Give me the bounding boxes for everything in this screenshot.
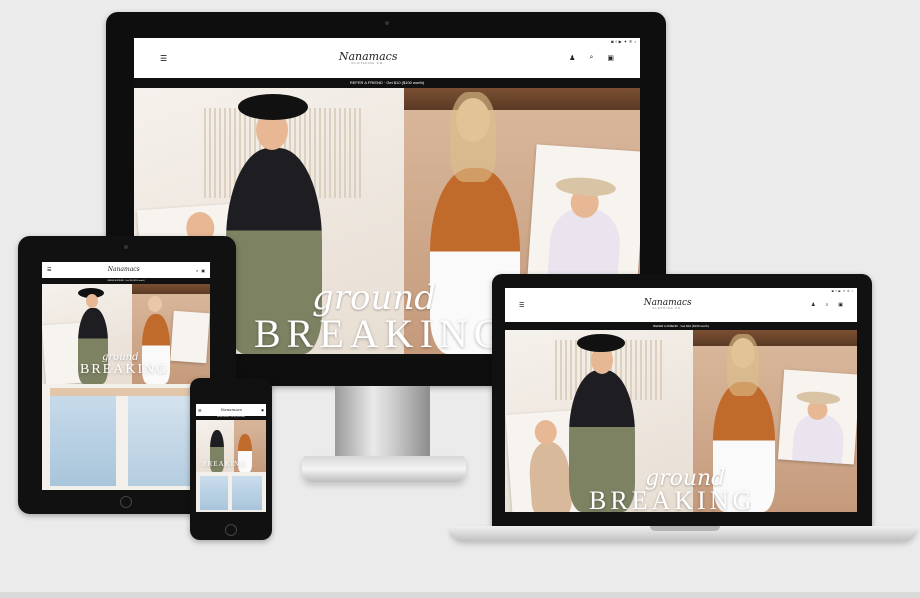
site-logo[interactable]: Nanamacs CLOTHING CO. [339, 51, 398, 65]
monitor-neck [335, 386, 430, 458]
laptop-screen: ◙ f ▶ ✦ ℗ ♪ ☰ Nanamacs CLOTHING CO. ♟ ⌕ … [505, 288, 857, 512]
wood-beam [404, 88, 640, 110]
hero-headline: BREAKING [254, 311, 509, 354]
hamburger-menu-icon[interactable]: ☰ [198, 408, 202, 413]
facebook-icon[interactable]: f [615, 39, 616, 44]
monitor-base [302, 456, 466, 482]
hero-photo-right [777, 369, 857, 465]
phone-header: ☰ Nanamacs ▣ [196, 404, 266, 416]
wood-beam [693, 330, 857, 346]
phone-home-button[interactable] [225, 524, 237, 536]
tablet-camera [124, 245, 128, 249]
header-actions: ♟ ⌕ ▣ [569, 54, 614, 62]
youtube-icon[interactable]: ▶ [619, 39, 622, 44]
model-left-hat [577, 334, 625, 352]
hero-headline: BREAKING [80, 362, 169, 377]
jeans-left [50, 388, 116, 486]
laptop-notch [650, 526, 720, 531]
twitter-icon[interactable]: ✦ [843, 289, 846, 293]
logo-subtitle: CLOTHING CO. [652, 307, 683, 311]
instagram-icon[interactable]: ◙ [832, 289, 834, 293]
tablet-header-actions: ⌕ ▣ [196, 268, 205, 273]
bag-icon[interactable]: ▣ [607, 54, 614, 62]
twitter-icon[interactable]: ✦ [624, 39, 627, 44]
bag-icon[interactable]: ▣ [838, 302, 843, 308]
social-links: ◙ f ▶ ✦ ℗ ♪ [611, 39, 636, 44]
hamburger-menu-icon[interactable]: ☰ [160, 54, 167, 63]
jeans-right [128, 388, 198, 486]
search-icon[interactable]: ⌕ [589, 54, 593, 62]
laptop-promo-bar[interactable]: REFER A FRIEND · Get $10 ($100 worth) [505, 322, 857, 330]
tablet-logo[interactable]: Nanamacs [108, 267, 140, 273]
social-links: ◙ f ▶ ✦ ℗ ♪ [832, 289, 853, 293]
pinterest-icon[interactable]: ℗ [629, 39, 632, 44]
tablet-hero[interactable]: ground BREAKING [42, 284, 210, 384]
model-left-hat [238, 94, 308, 120]
laptop-header: ◙ f ▶ ✦ ℗ ♪ ☰ Nanamacs CLOTHING CO. ♟ ⌕ … [505, 288, 857, 322]
phone-hero[interactable]: BREAKING [196, 420, 266, 472]
laptop-hero[interactable]: ground BREAKING [505, 330, 857, 512]
phone-logo[interactable]: Nanamacs [221, 408, 242, 412]
tiktok-icon[interactable]: ♪ [634, 39, 636, 44]
hero-photo-right [170, 310, 210, 364]
search-icon[interactable]: ⌕ [825, 302, 828, 308]
model-right-hair [450, 92, 496, 182]
logo-script: Nanamacs [220, 407, 243, 412]
site-header: ◙ f ▶ ✦ ℗ ♪ ☰ Nanamacs CLOTHING CO. ♟ ⌕ … [134, 38, 640, 78]
pinterest-icon[interactable]: ℗ [847, 289, 849, 293]
floor-strip [0, 592, 920, 598]
hamburger-menu-icon[interactable]: ☰ [47, 267, 51, 273]
tablet-home-button[interactable] [120, 496, 132, 508]
hamburger-menu-icon[interactable]: ☰ [519, 302, 524, 309]
hero-headline: BREAKING [202, 460, 247, 468]
hero-photo-right [527, 144, 640, 282]
youtube-icon[interactable]: ▶ [838, 289, 840, 293]
phone-jeans-section[interactable] [196, 472, 266, 512]
user-icon[interactable]: ♟ [811, 302, 815, 308]
hero-headline: BREAKING [589, 486, 756, 512]
jeans-left [200, 476, 228, 510]
instagram-icon[interactable]: ◙ [611, 39, 613, 44]
model-right-head [148, 296, 162, 312]
tablet-header: ☰ Nanamacs ⌕ ▣ [42, 262, 210, 278]
logo-script: Nanamacs [107, 266, 140, 273]
wood-beam [132, 284, 210, 294]
model-left-head [86, 294, 98, 308]
bag-icon[interactable]: ▣ [261, 408, 264, 412]
tablet-jeans-section[interactable] [42, 384, 210, 490]
bag-icon[interactable]: ▣ [201, 268, 205, 273]
facebook-icon[interactable]: f [836, 289, 837, 293]
tiktok-icon[interactable]: ♪ [852, 289, 854, 293]
tablet-screen: ☰ Nanamacs ⌕ ▣ REFER A FRIEND · Get $10 … [42, 262, 210, 490]
phone-screen: ☰ Nanamacs ▣ REFER A FRIEND · Get $10 ($… [196, 404, 266, 512]
belt-line [50, 388, 198, 396]
search-icon[interactable]: ⌕ [196, 268, 198, 273]
jeans-right [232, 476, 262, 510]
user-icon[interactable]: ♟ [569, 54, 575, 62]
monitor-camera [385, 21, 389, 25]
laptop-header-actions: ♟ ⌕ ▣ [811, 302, 843, 308]
promo-bar[interactable]: REFER A FRIEND · Get $10 ($100 worth) [134, 78, 640, 88]
laptop-logo[interactable]: Nanamacs CLOTHING CO. [644, 299, 692, 311]
model-right-hair [727, 334, 759, 396]
